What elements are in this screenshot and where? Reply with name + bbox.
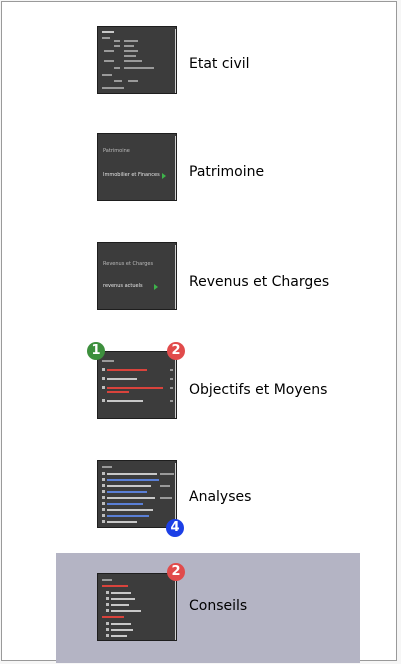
thumbnail-subtitle: revenus actuels xyxy=(103,283,143,289)
thumbnail-subtitle: Immobilier et Finances xyxy=(103,172,160,178)
nav-item-analyses[interactable]: 4 Analyses xyxy=(2,452,398,550)
nav-item-label: Analyses xyxy=(189,489,252,505)
nav-item-label: Etat civil xyxy=(189,56,250,72)
nav-item-conseils[interactable]: 2 Conseils xyxy=(2,553,398,663)
thumbnail-title: Revenus et Charges xyxy=(103,261,154,267)
badge-icon: 1 xyxy=(87,342,105,360)
conseils-thumbnail xyxy=(97,573,177,641)
nav-item-patrimoine[interactable]: Patrimoine Immobilier et Finances Patrim… xyxy=(2,125,398,223)
thumbnail-title: Patrimoine xyxy=(103,148,130,154)
patrimoine-thumbnail: Patrimoine Immobilier et Finances xyxy=(97,133,177,201)
etat-civil-thumbnail xyxy=(97,26,177,94)
nav-item-revenus-et-charges[interactable]: Revenus et Charges revenus actuels Reven… xyxy=(2,234,398,332)
nav-item-label: Conseils xyxy=(189,598,248,614)
navigation-panel: Etat civil Patrimoine Immobilier et Fina… xyxy=(1,1,398,663)
analyses-thumbnail xyxy=(97,460,177,528)
nav-item-label: Patrimoine xyxy=(189,164,265,180)
badge-icon: 2 xyxy=(167,563,185,581)
nav-item-objectifs-et-moyens[interactable]: 1 2 Objectifs et Moyens xyxy=(2,342,398,440)
nav-item-etat-civil[interactable]: Etat civil xyxy=(2,18,398,116)
badge-icon: 2 xyxy=(167,342,185,360)
play-arrow-icon xyxy=(162,173,166,179)
nav-item-label: Revenus et Charges xyxy=(189,274,330,290)
revenus-thumbnail: Revenus et Charges revenus actuels xyxy=(97,242,177,310)
objectifs-thumbnail xyxy=(97,351,177,419)
play-arrow-icon xyxy=(154,284,158,290)
nav-item-label: Objectifs et Moyens xyxy=(189,382,328,398)
badge-icon: 4 xyxy=(166,519,184,537)
